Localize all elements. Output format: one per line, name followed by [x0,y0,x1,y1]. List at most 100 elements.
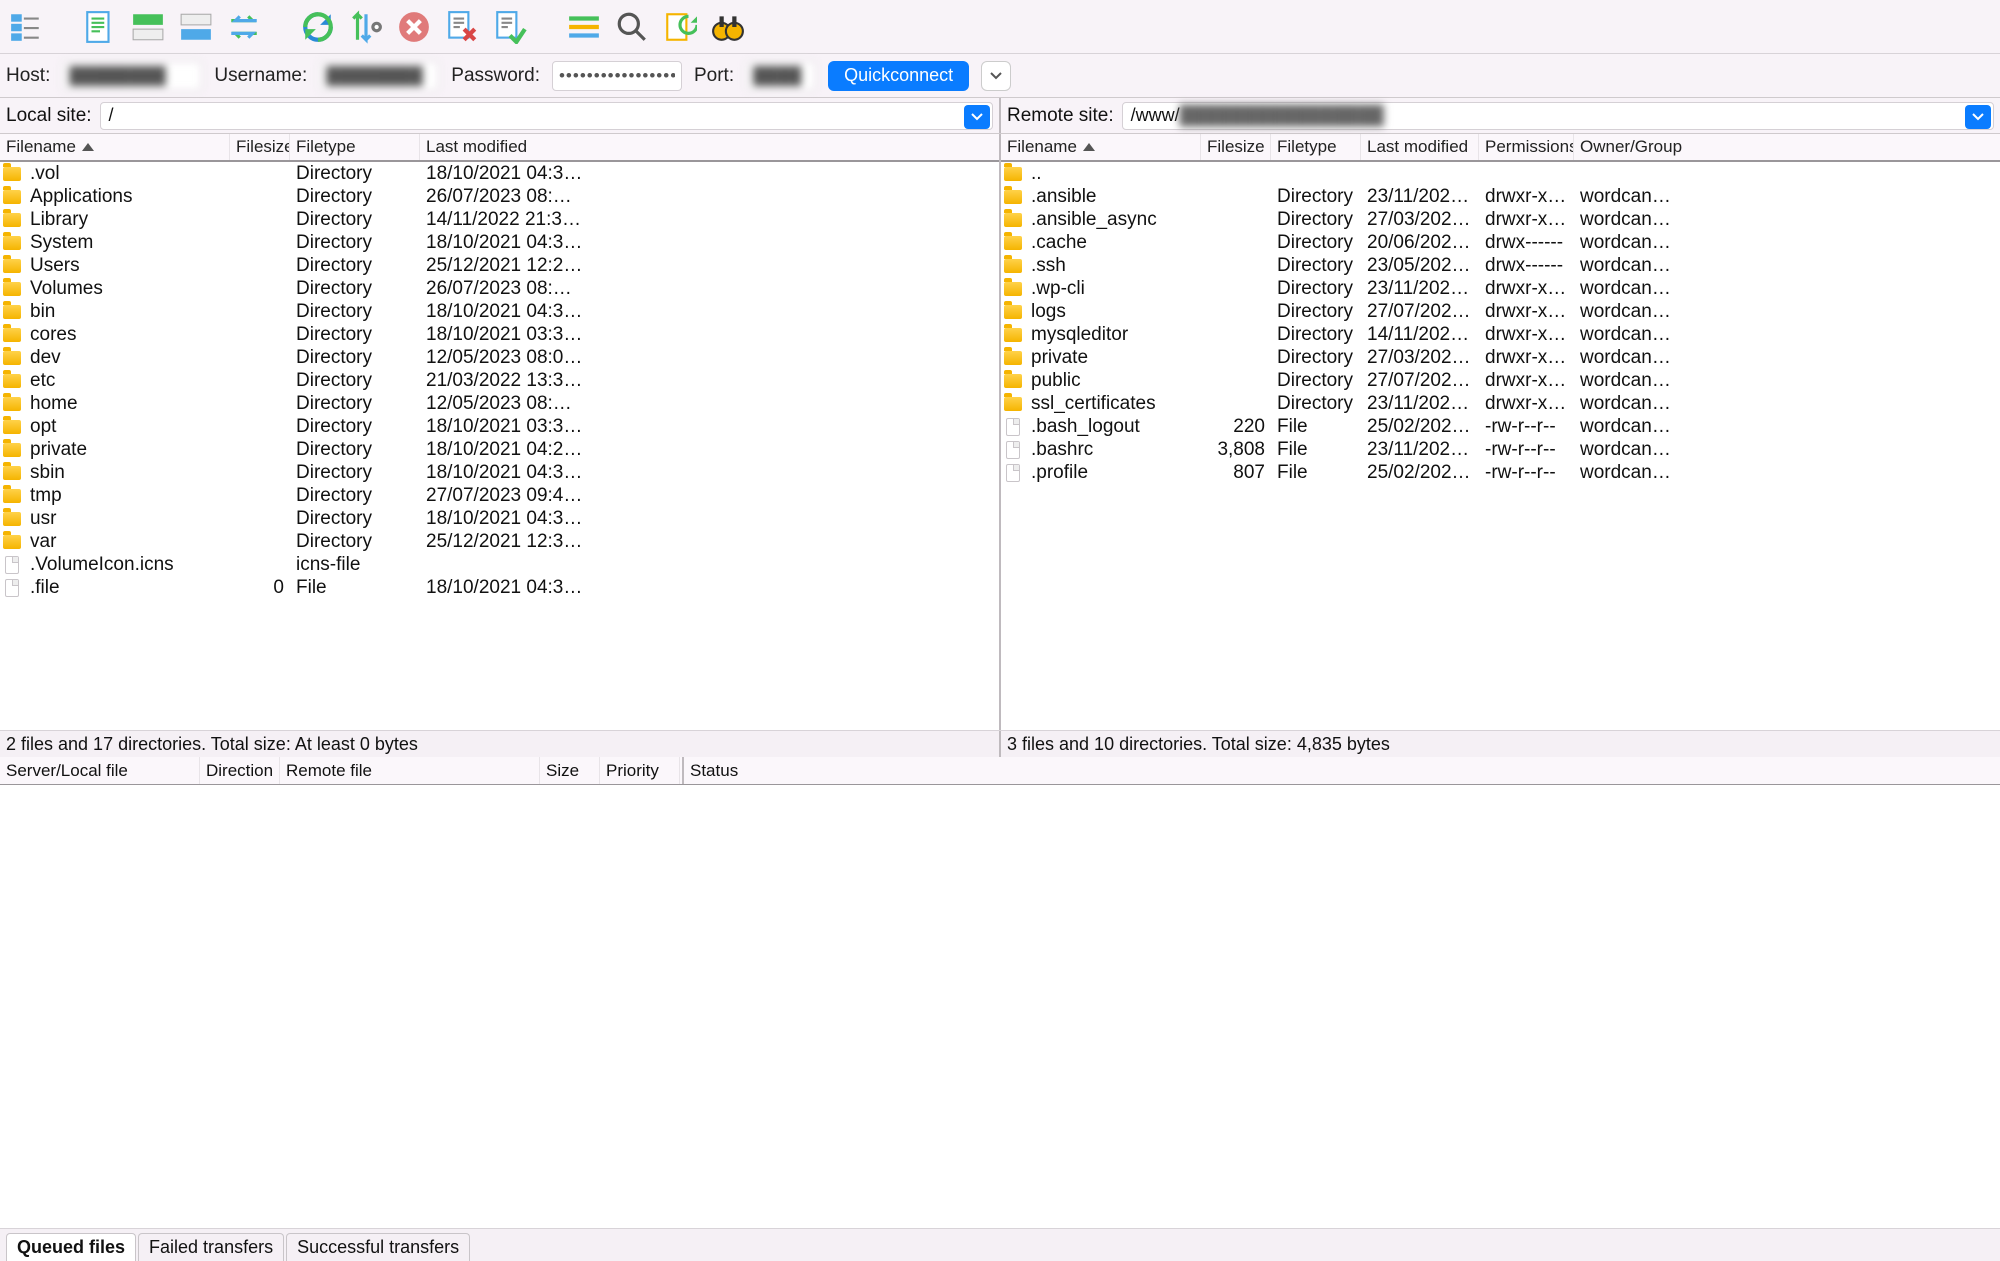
list-item[interactable]: devDirectory12/05/2023 08:0… [0,346,999,369]
port-input[interactable] [746,61,816,91]
list-item[interactable]: homeDirectory12/05/2023 08:… [0,392,999,415]
list-item[interactable]: .. [1001,162,2000,185]
binoculars-icon[interactable] [708,7,748,47]
compare-icon[interactable] [564,7,604,47]
cell-filesize: 0 [230,577,290,599]
list-item[interactable]: LibraryDirectory14/11/2022 21:3… [0,208,999,231]
cell-permissions: -rw-r--r-- [1479,439,1574,461]
quickconnect-history-dropdown[interactable] [981,61,1011,91]
local-site-dropdown[interactable] [964,105,990,129]
local-header-filename[interactable]: Filename [0,134,230,160]
local-header-modified[interactable]: Last modified [420,134,999,160]
cell-filetype: Directory [1271,324,1361,346]
cell-filetype: Directory [1271,301,1361,323]
list-item[interactable]: ApplicationsDirectory26/07/2023 08:… [0,185,999,208]
remote-site-path-input[interactable]: /www/ ████████████████ [1122,102,1994,130]
remote-header-filename[interactable]: Filename [1001,134,1201,160]
cell-filename: Applications [24,186,230,208]
quickconnect-button[interactable]: Quickconnect [828,61,969,91]
list-item[interactable]: tmpDirectory27/07/2023 09:4… [0,484,999,507]
site-manager-icon[interactable] [6,7,46,47]
list-item[interactable]: .volDirectory18/10/2021 04:3… [0,162,999,185]
list-item[interactable]: .file0File18/10/2021 04:3… [0,576,999,599]
remote-column-headers: Filename Filesize Filetype Last modified… [1001,134,2000,162]
transfer-header-status[interactable]: Status [684,757,844,784]
username-input[interactable] [319,61,439,91]
folder-icon [3,351,21,365]
list-item[interactable]: logsDirectory27/07/2023 0…drwxr-xr-xword… [1001,300,2000,323]
list-item[interactable]: VolumesDirectory26/07/2023 08:… [0,277,999,300]
cell-permissions: -rw-r--r-- [1479,416,1574,438]
list-item[interactable]: ssl_certificatesDirectory23/11/2020 1…dr… [1001,392,2000,415]
cell-filetype: Directory [290,163,420,185]
list-item[interactable]: etcDirectory21/03/2022 13:3… [0,369,999,392]
list-item[interactable]: .bashrc3,808File23/11/2020 1…-rw-r--r--w… [1001,438,2000,461]
cell-owner: wordcandy… [1574,255,1684,277]
host-input[interactable] [62,61,202,91]
list-item[interactable]: UsersDirectory25/12/2021 12:2… [0,254,999,277]
cancel-icon[interactable] [394,7,434,47]
list-item[interactable]: .profile807File25/02/2020 1…-rw-r--r--wo… [1001,461,2000,484]
remote-tree-icon[interactable] [176,7,216,47]
remote-header-filetype[interactable]: Filetype [1271,134,1361,160]
cell-filename: Volumes [24,278,230,300]
list-item[interactable]: publicDirectory27/07/2023 0…drwxr-xr-xwo… [1001,369,2000,392]
cell-filename: bin [24,301,230,323]
reconnect-icon[interactable] [490,7,530,47]
list-item[interactable]: .ansibleDirectory23/11/2020 1…drwxr-xr-x… [1001,185,2000,208]
local-header-filetype[interactable]: Filetype [290,134,420,160]
tab-queued-files[interactable]: Queued files [6,1233,136,1261]
list-item[interactable]: .VolumeIcon.icnsicns-file [0,553,999,576]
remote-header-owner[interactable]: Owner/Group [1574,134,2000,160]
transfer-header-file[interactable]: Server/Local file [0,757,200,784]
list-item[interactable]: usrDirectory18/10/2021 04:3… [0,507,999,530]
list-item[interactable]: mysqleditorDirectory14/11/2022 1…drwxr-x… [1001,323,2000,346]
list-item[interactable]: .bash_logout220File25/02/2020 1…-rw-r--r… [1001,415,2000,438]
local-site-path-input[interactable]: / [100,102,993,130]
transfer-header-size[interactable]: Size [540,757,600,784]
file-icon [5,579,19,597]
list-item[interactable]: privateDirectory18/10/2021 04:2… [0,438,999,461]
auto-check-icon[interactable] [660,7,700,47]
list-item[interactable]: SystemDirectory18/10/2021 04:3… [0,231,999,254]
transfer-queue-icon[interactable] [224,7,264,47]
local-header-filesize[interactable]: Filesize [230,134,290,160]
folder-icon [1004,259,1022,273]
remote-header-permissions[interactable]: Permissions [1479,134,1574,160]
list-item[interactable]: .sshDirectory23/05/2023 1…drwx------word… [1001,254,2000,277]
logs-icon[interactable] [80,7,120,47]
local-tree-icon[interactable] [128,7,168,47]
remote-header-filesize[interactable]: Filesize [1201,134,1271,160]
site-path-row: Local site: / Remote site: /www/ ███████… [0,98,2000,134]
transfer-queue-body[interactable] [0,785,2000,1228]
list-item[interactable]: .ansible_asyncDirectory27/03/2023 2…drwx… [1001,208,2000,231]
tab-failed-transfers[interactable]: Failed transfers [138,1233,284,1261]
transfer-header-direction[interactable]: Direction [200,757,280,784]
remote-file-list[interactable]: ...ansibleDirectory23/11/2020 1…drwxr-xr… [1001,162,2000,730]
disconnect-icon[interactable] [442,7,482,47]
transfer-header-priority[interactable]: Priority [600,757,680,784]
remote-header-modified[interactable]: Last modified [1361,134,1479,160]
cell-modified: 25/02/2020 1… [1361,416,1479,438]
password-input[interactable] [552,61,682,91]
refresh-icon[interactable] [298,7,338,47]
transfer-header-remote[interactable]: Remote file [280,757,540,784]
list-item[interactable]: binDirectory18/10/2021 04:3… [0,300,999,323]
cell-modified: 25/12/2021 12:2… [420,255,600,277]
list-item[interactable]: optDirectory18/10/2021 03:3… [0,415,999,438]
find-icon[interactable] [612,7,652,47]
list-item[interactable]: .wp-cliDirectory23/11/2020 1…drwxr-xr-xw… [1001,277,2000,300]
tab-successful-transfers[interactable]: Successful transfers [286,1233,470,1261]
list-item[interactable]: .cacheDirectory20/06/2022 1…drwx------wo… [1001,231,2000,254]
sync-browse-icon[interactable] [346,7,386,47]
list-item[interactable]: coresDirectory18/10/2021 03:3… [0,323,999,346]
cell-filename: private [1025,347,1201,369]
cell-owner: wordcandy… [1574,347,1684,369]
file-icon [1006,464,1020,482]
list-item[interactable]: privateDirectory27/03/2023 2…drwxr-xr-xw… [1001,346,2000,369]
remote-site-dropdown[interactable] [1965,105,1991,129]
list-item[interactable]: varDirectory25/12/2021 12:3… [0,530,999,553]
local-file-list[interactable]: .volDirectory18/10/2021 04:3…Application… [0,162,999,730]
cell-filetype: Directory [290,255,420,277]
list-item[interactable]: sbinDirectory18/10/2021 04:3… [0,461,999,484]
